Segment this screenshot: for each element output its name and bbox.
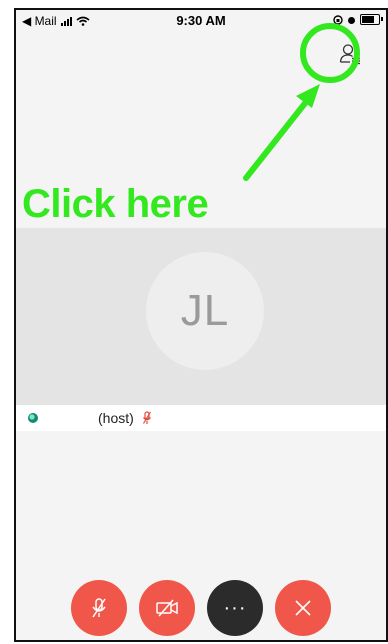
mute-button[interactable] [71,580,127,636]
presence-status-icon [28,413,38,423]
orientation-lock-icon [333,14,343,25]
call-controls: ··· [16,580,386,636]
video-button[interactable] [139,580,195,636]
status-bar: ◀ Mail 9:30 AM [16,10,386,32]
status-time: 9:30 AM [176,13,226,28]
battery-icon [360,14,383,25]
participant-name: (host) [98,410,134,426]
participants-button[interactable] [328,32,372,76]
phone-screen: ◀ Mail 9:30 AM JL (host) ··· [14,8,388,642]
close-icon [295,600,311,616]
mic-muted-icon [142,411,152,425]
annotation-label: Click here [22,182,209,226]
end-call-button[interactable] [275,580,331,636]
participants-icon [339,44,360,65]
participant-row[interactable]: (host) [16,405,386,431]
status-right [333,14,383,25]
alarm-icon [348,16,355,24]
video-off-icon [156,599,178,617]
mic-muted-icon [92,598,106,618]
more-icon: ··· [223,596,247,619]
video-area: JL [16,228,386,410]
avatar: JL [146,252,264,370]
more-options-button[interactable]: ··· [207,580,263,636]
